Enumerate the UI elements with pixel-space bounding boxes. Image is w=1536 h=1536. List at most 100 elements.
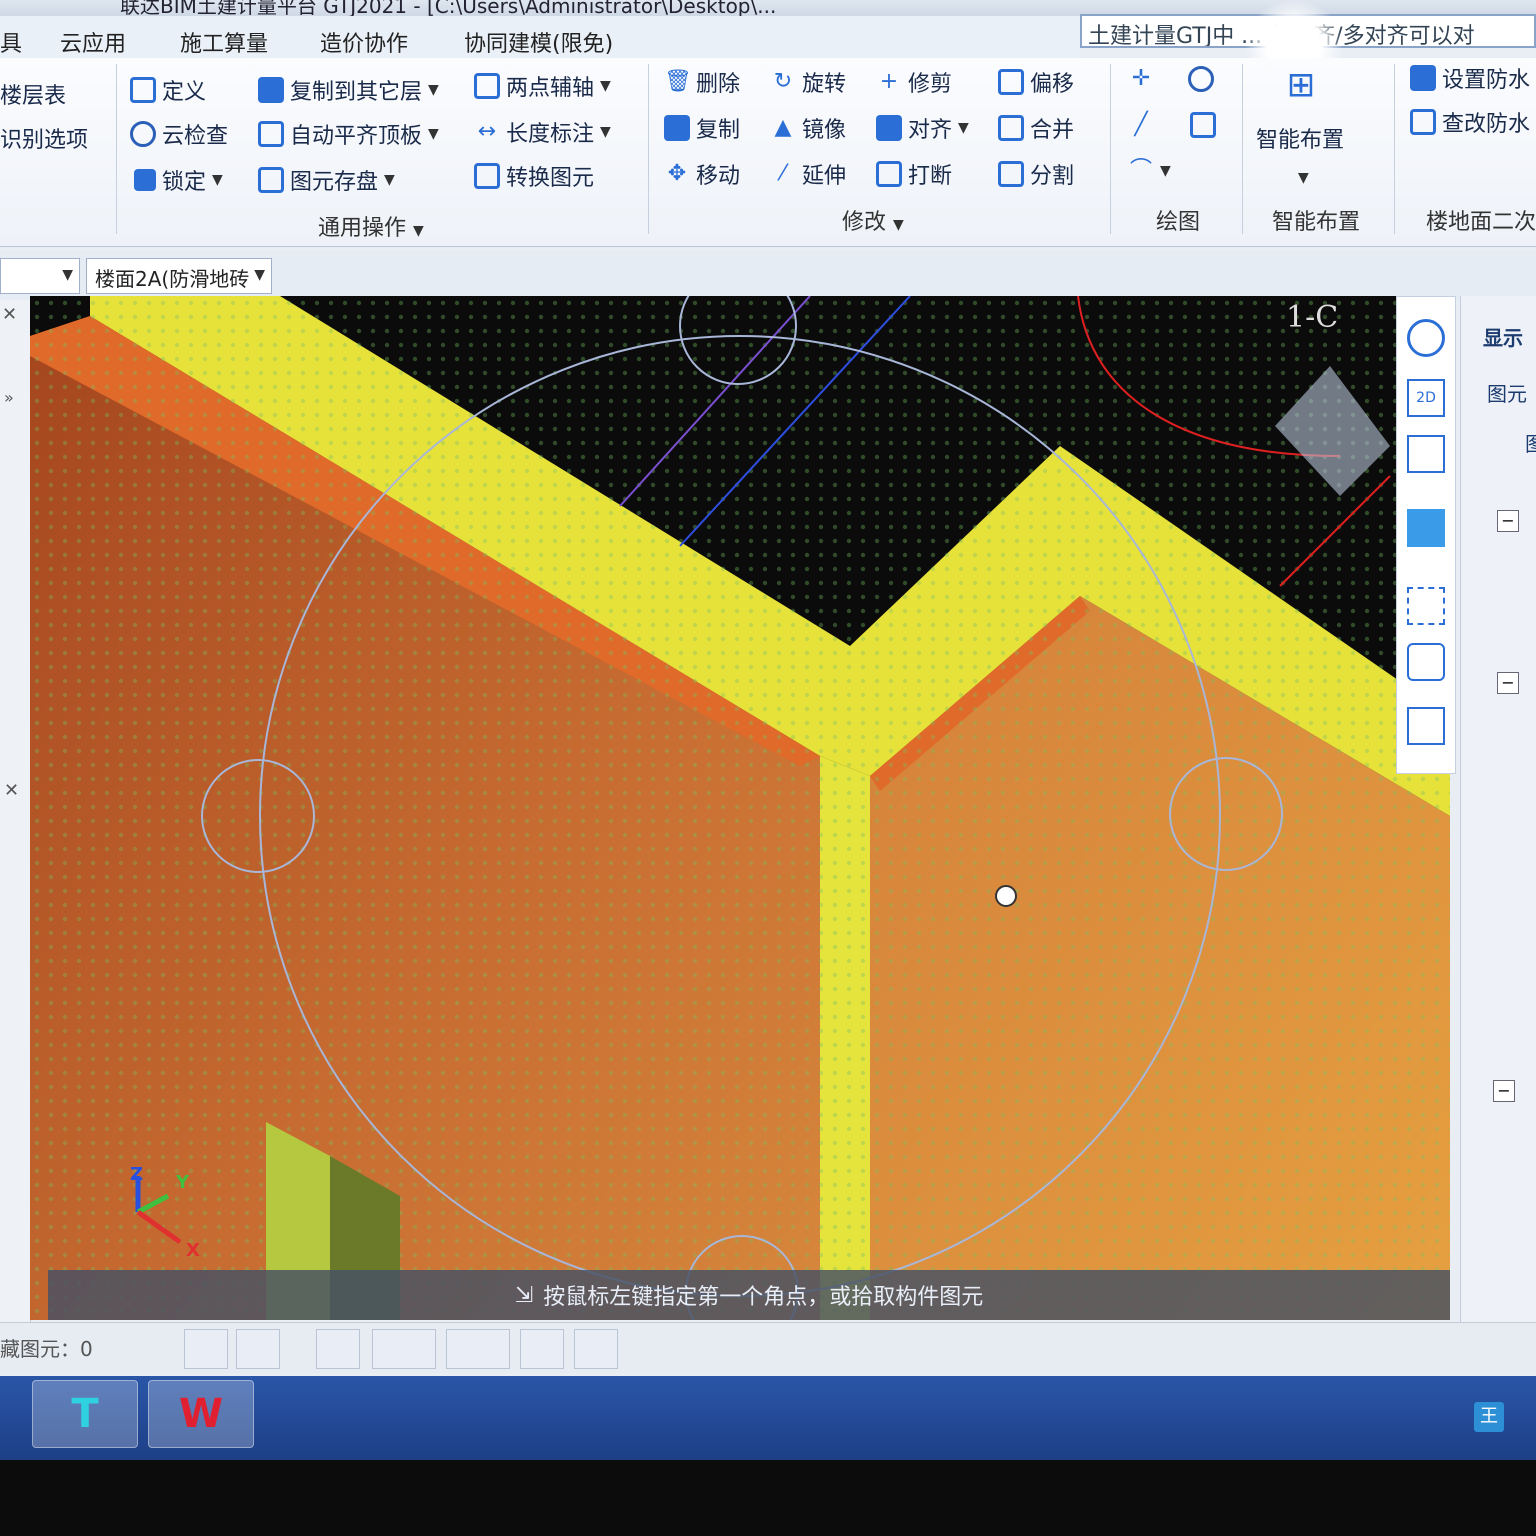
delete-button[interactable]: 🗑 删除 — [664, 66, 740, 98]
rect-select-icon[interactable] — [236, 1329, 280, 1369]
merge-button[interactable]: 合并 — [998, 112, 1074, 144]
move-label: 移动 — [696, 164, 741, 189]
cloud-check-button[interactable]: 云检查 — [130, 118, 228, 150]
set-waterproof-label: 设置防水 — [1442, 68, 1531, 93]
taskbar-app-wps[interactable]: W — [148, 1380, 254, 1448]
angle-snap-icon[interactable] — [372, 1329, 436, 1369]
tab-element[interactable]: 图元 — [1487, 378, 1527, 407]
menu-construction-calc[interactable]: 施工算量 — [180, 26, 268, 58]
status-bar: 藏图元：0 — [0, 1322, 1536, 1373]
mirror-button[interactable]: ▲ 镜像 — [770, 112, 846, 144]
menu-cloud-app[interactable]: 云应用 — [60, 26, 126, 58]
os-taskbar: T W 王 — [0, 1376, 1536, 1460]
delete-label: 删除 — [696, 72, 741, 97]
circle-icon — [1188, 66, 1214, 92]
split-icon — [998, 161, 1024, 187]
offset-button[interactable]: 偏移 — [998, 66, 1074, 98]
view-2d-icon[interactable]: 2D — [1407, 379, 1445, 417]
save-element-dropdown-icon[interactable]: ▼ — [384, 172, 395, 188]
menu-collab-modeling[interactable]: 协同建模(限免) — [464, 26, 613, 58]
group-general-ops-label[interactable]: 通用操作 ▼ — [318, 210, 424, 242]
floor-table-button[interactable]: 楼层表 — [0, 78, 66, 110]
group-modify-label[interactable]: 修改 ▼ — [842, 204, 904, 236]
lock-button[interactable]: 锁定 ▼ — [134, 164, 223, 196]
auto-align-top-button[interactable]: 自动平齐顶板 ▼ — [258, 118, 439, 150]
define-button[interactable]: 定义 — [130, 74, 206, 106]
length-dimension-button[interactable]: ↔ 长度标注 ▼ — [474, 116, 611, 148]
display-settings-icon[interactable] — [1407, 707, 1445, 745]
orbit-icon[interactable] — [1407, 319, 1445, 357]
zoom-extents-icon[interactable] — [1407, 587, 1445, 625]
copy-to-floor-button[interactable]: 复制到其它层 ▼ — [258, 74, 439, 106]
left-dock-panel[interactable]: ✕ » ✕ — [0, 300, 31, 1330]
viewport-canvas[interactable] — [30, 296, 1450, 1320]
extend-label: 延伸 — [802, 164, 847, 189]
view-3d-wire-icon[interactable] — [1407, 435, 1445, 473]
edit-waterproof-icon — [1410, 109, 1436, 135]
recognize-options-button[interactable]: 识别选项 — [0, 122, 88, 154]
align-button[interactable]: 对齐 ▼ — [876, 112, 969, 144]
convert-element-button[interactable]: 转换图元 — [474, 160, 594, 192]
rotate-button[interactable]: ↻ 旋转 — [770, 66, 846, 98]
copy-to-floor-dropdown-icon[interactable]: ▼ — [428, 82, 439, 98]
collapse-icon[interactable]: − — [1493, 1080, 1515, 1102]
3d-viewport[interactable]: 1-C Z Y X — [30, 296, 1450, 1320]
draw-arc-button[interactable]: ⌒ ▼ — [1128, 158, 1171, 184]
draw-line-button[interactable]: ╱ — [1128, 112, 1154, 138]
offset-snap-icon[interactable] — [446, 1329, 510, 1369]
close-icon[interactable]: ✕ — [4, 780, 19, 801]
offset-icon — [998, 69, 1024, 95]
draw-circle-button[interactable] — [1188, 66, 1214, 92]
split-label: 分割 — [1030, 164, 1075, 189]
smart-layout-button[interactable]: 智能布置 — [1256, 122, 1344, 154]
save-element-button[interactable]: 图元存盘 ▼ — [258, 164, 395, 196]
auto-align-top-dropdown-icon[interactable]: ▼ — [428, 126, 439, 142]
element-snap-icon[interactable] — [520, 1329, 564, 1369]
two-point-axis-button[interactable]: 两点辅轴 ▼ — [474, 70, 611, 102]
copy-button[interactable]: 复制 — [664, 112, 740, 144]
move-button[interactable]: ✥ 移动 — [664, 158, 740, 190]
view-3d-solid-icon[interactable] — [1407, 509, 1445, 547]
convert-icon — [474, 163, 500, 189]
taskbar-app-gtj[interactable]: T — [32, 1380, 138, 1448]
draw-point-button[interactable]: ✛ — [1128, 66, 1154, 92]
edit-waterproof-button[interactable]: 查改防水 — [1410, 106, 1530, 138]
view-cube-icon[interactable] — [1407, 643, 1445, 681]
break-button[interactable]: 打断 — [876, 158, 952, 190]
ortho-snap-icon[interactable] — [184, 1329, 228, 1369]
floor-component-select[interactable]: 楼面2A(防滑地砖 ▼ — [86, 258, 272, 294]
menu-cost-collab[interactable]: 造价协作 — [320, 26, 408, 58]
extend-button[interactable]: ⁄ 延伸 — [770, 158, 846, 190]
break-label: 打断 — [908, 164, 953, 189]
align-top-icon — [258, 121, 284, 147]
align-icon — [876, 115, 902, 141]
length-dimension-dropdown-icon[interactable]: ▼ — [600, 124, 611, 140]
ribbon-separator — [116, 64, 117, 234]
arc-snap-icon[interactable] — [574, 1329, 618, 1369]
group-floor-secondary-label: 楼地面二次 — [1426, 210, 1536, 235]
align-label: 对齐 — [908, 118, 953, 143]
smart-layout-icon: ⊞ — [1286, 65, 1316, 105]
align-dropdown-icon[interactable]: ▼ — [958, 120, 969, 136]
window-title: 联达BIM土建计量平台 GTJ2021 - [C:\Users\Administ… — [120, 0, 777, 16]
split-button[interactable]: 分割 — [998, 158, 1074, 190]
tab-display[interactable]: 显示 — [1483, 322, 1523, 351]
ime-indicator[interactable]: 王 — [1474, 1402, 1504, 1432]
expand-icon[interactable]: » — [4, 388, 14, 407]
component-type-select[interactable]: ▼ — [0, 258, 80, 294]
collapse-icon[interactable]: − — [1497, 672, 1519, 694]
smart-layout-dropdown-icon[interactable]: ▼ — [1298, 170, 1309, 186]
menu-tools[interactable]: 具 — [0, 26, 22, 58]
lock-dropdown-icon[interactable]: ▼ — [212, 172, 223, 188]
collapse-icon[interactable]: − — [1497, 510, 1519, 532]
set-waterproof-button[interactable]: 设置防水 — [1410, 62, 1530, 94]
two-point-axis-dropdown-icon[interactable]: ▼ — [600, 78, 611, 94]
point-icon: ✛ — [1131, 66, 1151, 91]
save-element-label: 图元存盘 — [290, 170, 379, 195]
close-icon[interactable]: ✕ — [2, 304, 17, 325]
arc-dropdown-icon[interactable]: ▼ — [1160, 163, 1171, 179]
cross-select-icon[interactable] — [316, 1329, 360, 1369]
trim-button[interactable]: + 修剪 — [876, 66, 952, 98]
draw-rect-button[interactable] — [1190, 112, 1216, 138]
cloud-check-icon — [130, 121, 156, 147]
